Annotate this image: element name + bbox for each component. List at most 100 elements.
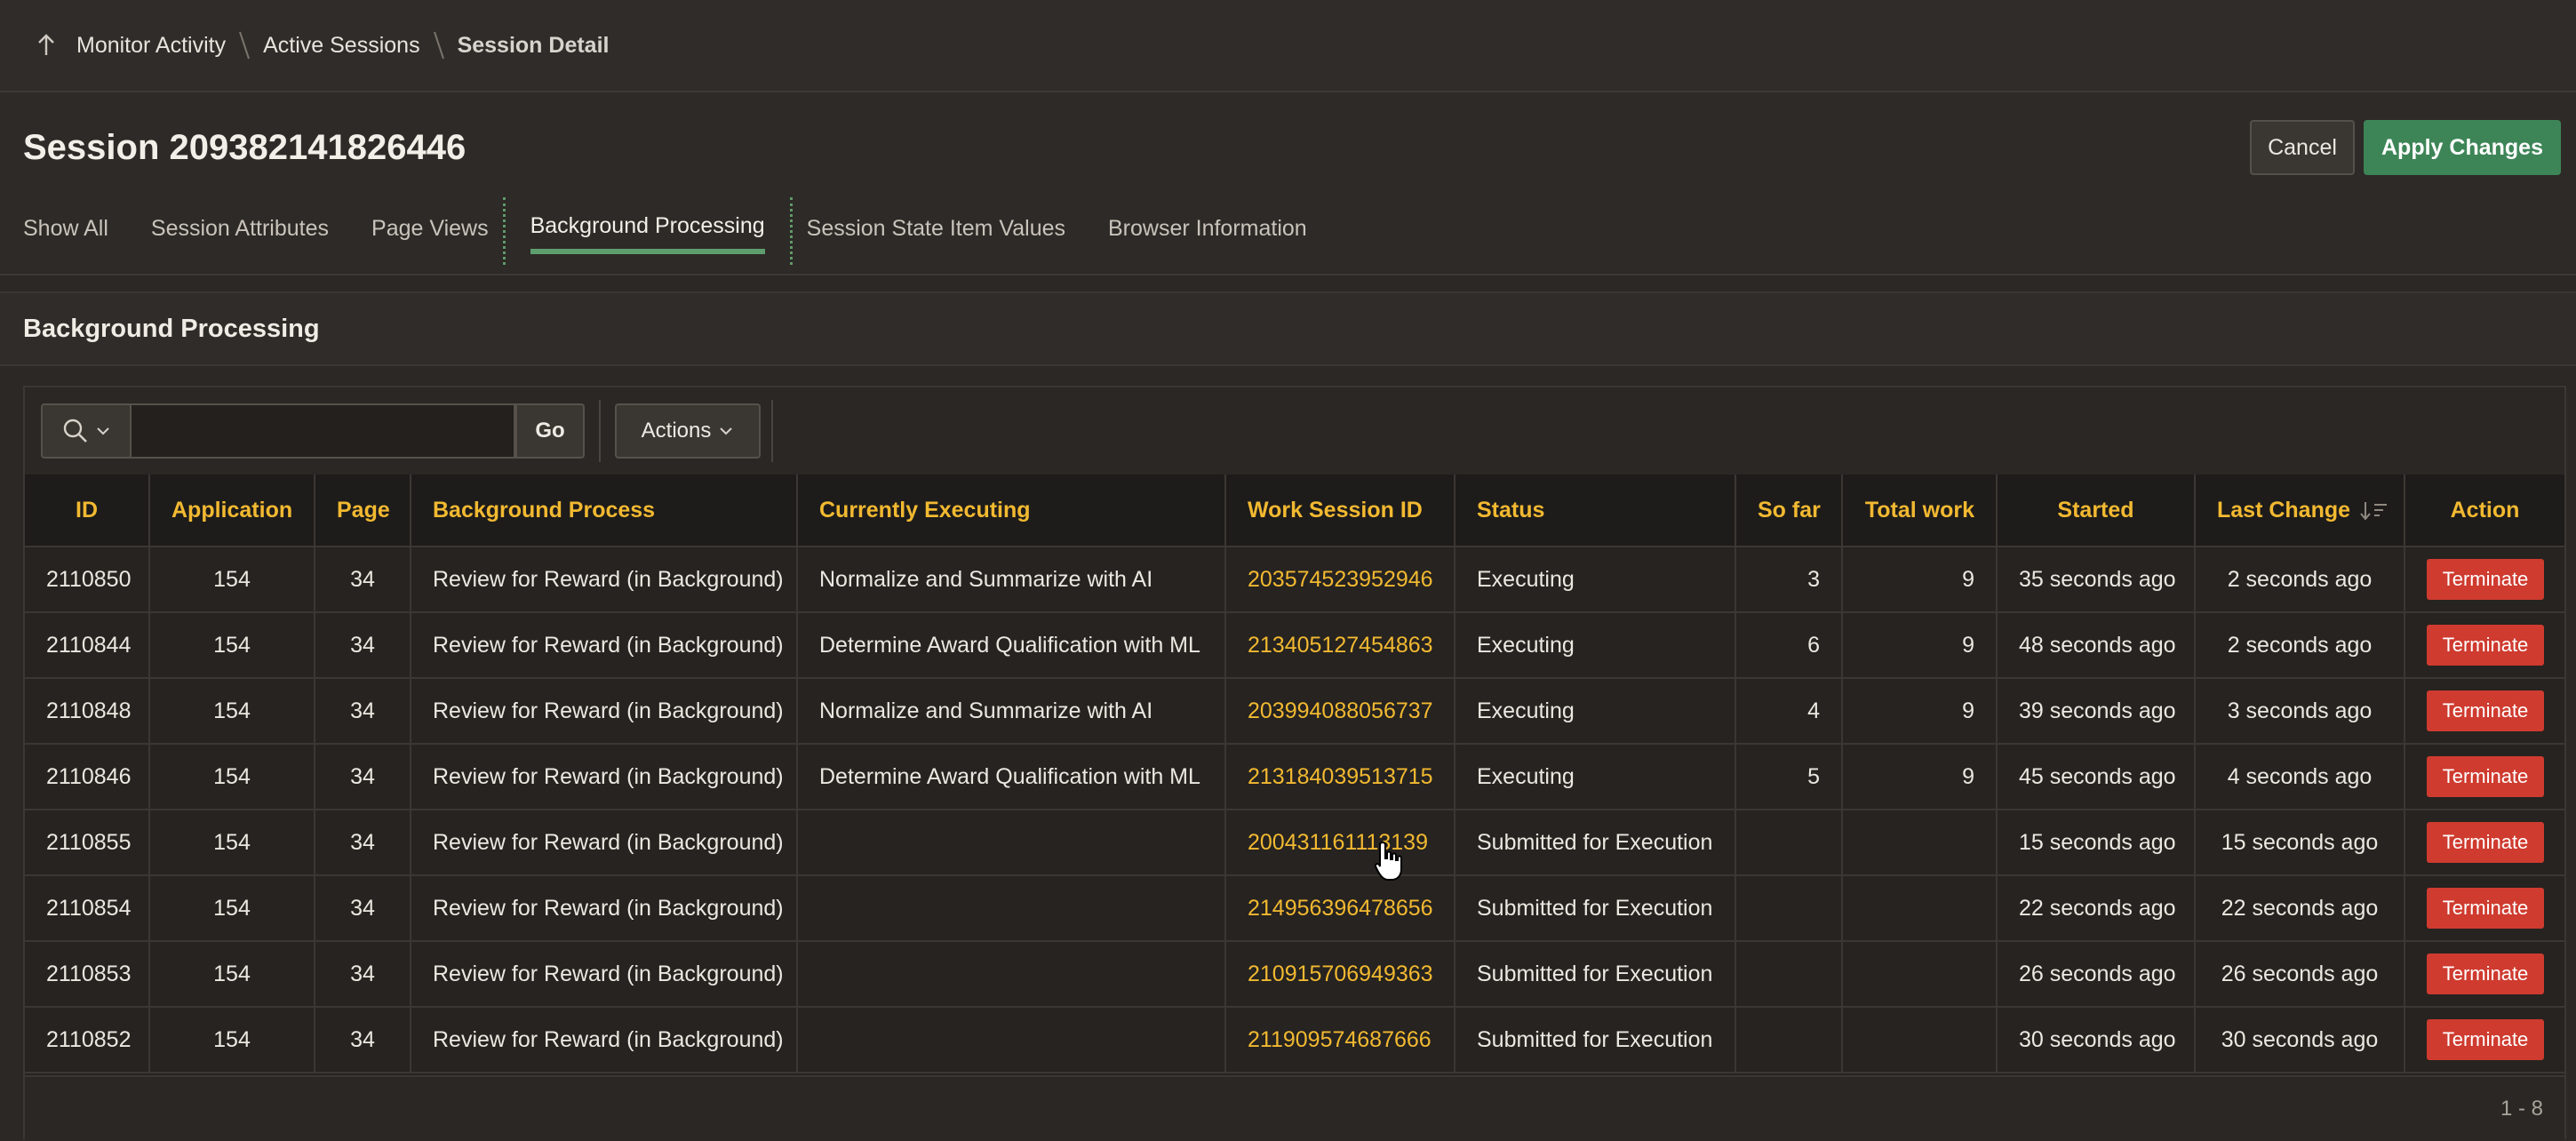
- cell-status: Submitted for Execution: [1455, 810, 1736, 876]
- cell-status: Executing: [1455, 678, 1736, 745]
- search-input[interactable]: [132, 403, 515, 459]
- sort-descending-icon: [2360, 501, 2387, 521]
- table-row: 2110854 154 34 Review for Reward (in Backgr…: [25, 875, 2564, 942]
- cell-background-process: Review for Reward (in Background): [411, 810, 798, 876]
- table-row: 2110846 154 34 Review for Reward (in Backgr…: [25, 744, 2564, 810]
- column-header-page[interactable]: Page: [315, 475, 411, 547]
- terminate-button[interactable]: Terminate: [2427, 888, 2544, 929]
- cell-background-process: Review for Reward (in Background): [411, 941, 798, 1008]
- tab-page-views[interactable]: Page Views: [371, 203, 489, 254]
- cell-started: 30 seconds ago: [1997, 1007, 2196, 1073]
- terminate-button[interactable]: Terminate: [2427, 1019, 2544, 1060]
- cell-last-change: 26 seconds ago: [2195, 941, 2405, 1008]
- cell-total-work: 9: [1842, 547, 1998, 613]
- tab-browser-information[interactable]: Browser Information: [1108, 203, 1307, 254]
- terminate-button[interactable]: Terminate: [2427, 625, 2544, 666]
- cell-last-change: 22 seconds ago: [2195, 875, 2405, 942]
- work-session-link[interactable]: 203574523952946: [1248, 567, 1433, 592]
- cell-total-work: [1842, 810, 1998, 876]
- cell-currently-executing: Normalize and Summarize with AI: [797, 678, 1226, 745]
- cell-status: Submitted for Execution: [1455, 875, 1736, 942]
- work-session-link[interactable]: 213405127454863: [1248, 633, 1433, 658]
- terminate-button[interactable]: Terminate: [2427, 953, 2544, 994]
- cell-background-process: Review for Reward (in Background): [411, 612, 798, 679]
- pagination-range: 1 - 8: [2500, 1097, 2543, 1121]
- cell-action: Terminate: [2405, 678, 2564, 745]
- cell-background-process: Review for Reward (in Background): [411, 875, 798, 942]
- column-header-application[interactable]: Application: [149, 475, 315, 547]
- actions-menu-button[interactable]: Actions: [615, 403, 761, 459]
- column-header-work-session-id[interactable]: Work Session ID: [1225, 475, 1455, 547]
- cell-work-session-id: 214956396478656: [1225, 875, 1455, 942]
- tab-show-all[interactable]: Show All: [23, 203, 108, 254]
- breadcrumb-active-sessions[interactable]: Active Sessions: [263, 33, 419, 59]
- breadcrumb-separator: [239, 31, 251, 60]
- cell-application: 154: [149, 810, 315, 876]
- work-session-link[interactable]: 210915706949363: [1248, 961, 1433, 986]
- column-header-started[interactable]: Started: [1997, 475, 2196, 547]
- cell-last-change: 2 seconds ago: [2195, 547, 2405, 613]
- column-header-status[interactable]: Status: [1455, 475, 1736, 547]
- cell-started: 45 seconds ago: [1997, 744, 2196, 810]
- work-session-link[interactable]: 211909574687666: [1248, 1027, 1432, 1052]
- cell-work-session-id: 203994088056737: [1225, 678, 1455, 745]
- column-header-total-work[interactable]: Total work: [1842, 475, 1998, 547]
- cell-status: Submitted for Execution: [1455, 1007, 1736, 1073]
- work-session-link[interactable]: 203994088056737: [1248, 698, 1433, 723]
- cell-application: 154: [149, 875, 315, 942]
- cell-page: 34: [315, 810, 411, 876]
- cell-action: Terminate: [2405, 941, 2564, 1008]
- cell-last-change: 30 seconds ago: [2195, 1007, 2405, 1073]
- cell-id: 2110848: [25, 678, 150, 745]
- table-row: 2110853 154 34 Review for Reward (in Backgr…: [25, 941, 2564, 1008]
- tab-session-attributes[interactable]: Session Attributes: [151, 203, 329, 254]
- cell-currently-executing: [797, 941, 1226, 1008]
- cell-work-session-id: 203574523952946: [1225, 547, 1455, 613]
- column-header-currently-executing[interactable]: Currently Executing: [797, 475, 1226, 547]
- cell-so-far: [1735, 875, 1843, 942]
- table-row: 2110844 154 34 Review for Reward (in Backgr…: [25, 612, 2564, 679]
- cell-action: Terminate: [2405, 547, 2564, 613]
- cell-started: 35 seconds ago: [1997, 547, 2196, 613]
- cell-last-change: 4 seconds ago: [2195, 744, 2405, 810]
- work-session-link[interactable]: 213184039513715: [1248, 764, 1433, 789]
- cell-id: 2110855: [25, 810, 150, 876]
- cell-action: Terminate: [2405, 875, 2564, 942]
- table-row: 2110848 154 34 Review for Reward (in Backgr…: [25, 678, 2564, 745]
- go-button[interactable]: Go: [515, 403, 585, 459]
- cell-so-far: 6: [1735, 612, 1843, 679]
- column-header-action[interactable]: Action: [2405, 475, 2564, 547]
- cell-currently-executing: [797, 1007, 1226, 1073]
- cell-page: 34: [315, 875, 411, 942]
- cell-total-work: 9: [1842, 678, 1998, 745]
- tab-session-state-item-values[interactable]: Session State Item Values: [807, 203, 1065, 254]
- tab-background-processing[interactable]: Background Processing: [530, 203, 765, 254]
- tab-divider: [789, 197, 793, 265]
- terminate-button[interactable]: Terminate: [2427, 559, 2544, 600]
- apply-changes-button[interactable]: Apply Changes: [2364, 120, 2561, 175]
- cell-last-change: 3 seconds ago: [2195, 678, 2405, 745]
- cell-action: Terminate: [2405, 744, 2564, 810]
- search-column-button[interactable]: [41, 403, 132, 459]
- cell-action: Terminate: [2405, 810, 2564, 876]
- cell-id: 2110850: [25, 547, 150, 613]
- breadcrumb-monitor-activity[interactable]: Monitor Activity: [76, 33, 226, 59]
- work-session-link[interactable]: 214956396478656: [1248, 896, 1433, 921]
- cell-page: 34: [315, 941, 411, 1008]
- cancel-button[interactable]: Cancel: [2250, 120, 2355, 175]
- cell-currently-executing: Determine Award Qualification with ML: [797, 744, 1226, 810]
- column-header-last-change[interactable]: Last Change: [2195, 475, 2405, 547]
- terminate-button[interactable]: Terminate: [2427, 690, 2544, 731]
- cell-page: 34: [315, 744, 411, 810]
- cell-application: 154: [149, 941, 315, 1008]
- toolbar-divider: [599, 400, 601, 462]
- cell-total-work: 9: [1842, 744, 1998, 810]
- up-arrow-icon[interactable]: [36, 32, 57, 59]
- column-header-id[interactable]: ID: [25, 475, 150, 547]
- cell-background-process: Review for Reward (in Background): [411, 547, 798, 613]
- terminate-button[interactable]: Terminate: [2427, 756, 2544, 797]
- terminate-button[interactable]: Terminate: [2427, 822, 2544, 863]
- column-header-background-process[interactable]: Background Process: [411, 475, 798, 547]
- column-header-so-far[interactable]: So far: [1735, 475, 1843, 547]
- cell-id: 2110846: [25, 744, 150, 810]
